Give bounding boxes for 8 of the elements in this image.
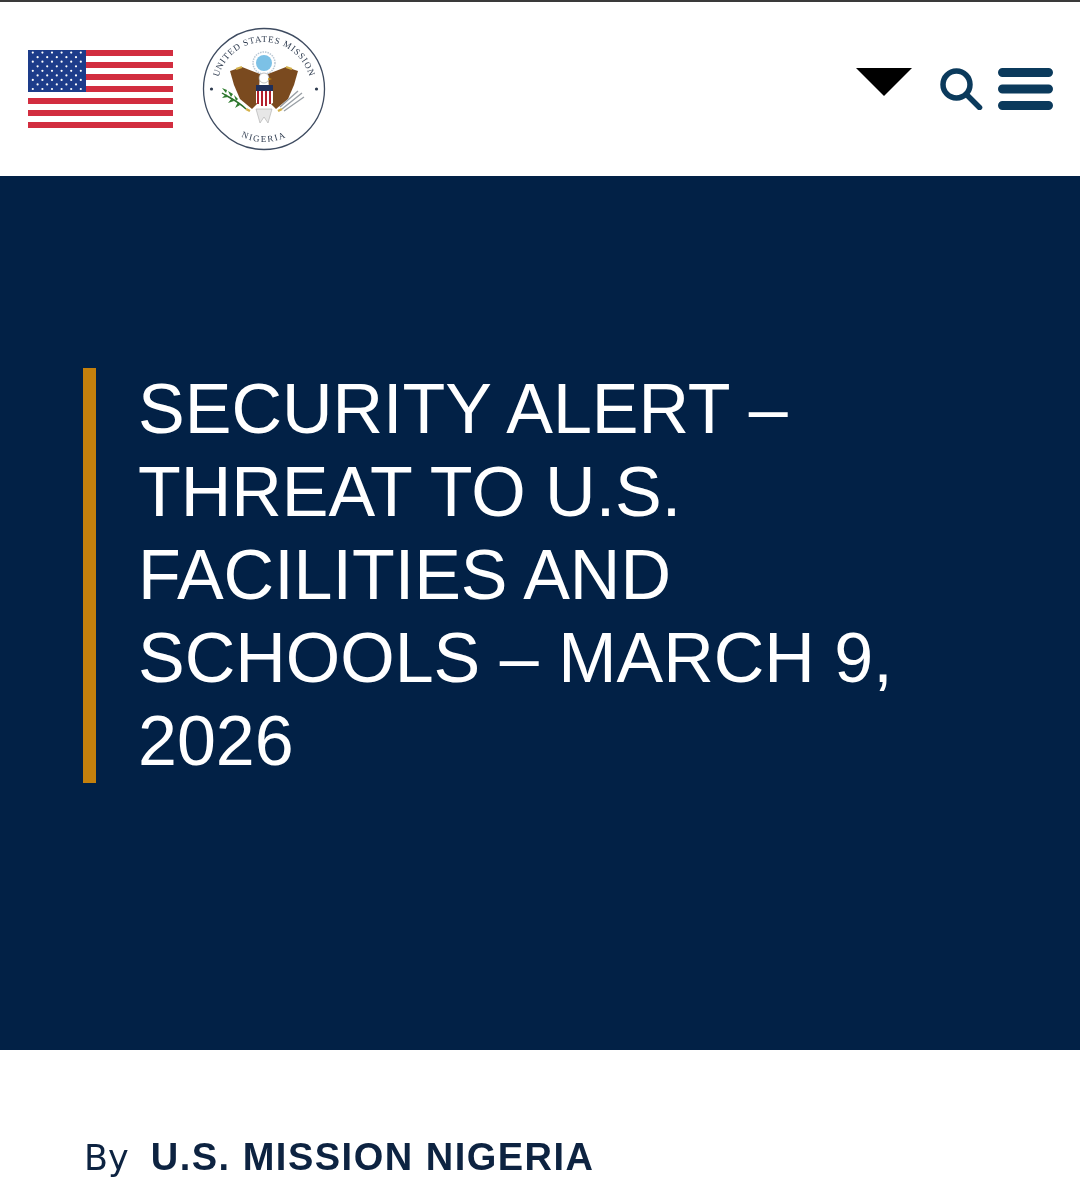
search-icon[interactable] — [940, 68, 983, 110]
byline-label: By — [84, 1137, 129, 1180]
menu-icon[interactable] — [998, 68, 1053, 110]
flag-icon — [28, 50, 173, 128]
page-title: SECURITY ALERT – THREAT TO U.S. FACILITIES AND SCHOOLS – MARCH 9, 2026 — [138, 369, 894, 782]
seal-bottom-text: NIGERIA — [240, 129, 288, 144]
byline-author: U.S. MISSION NIGERIA — [150, 1135, 595, 1180]
caret-icon[interactable] — [856, 68, 912, 96]
